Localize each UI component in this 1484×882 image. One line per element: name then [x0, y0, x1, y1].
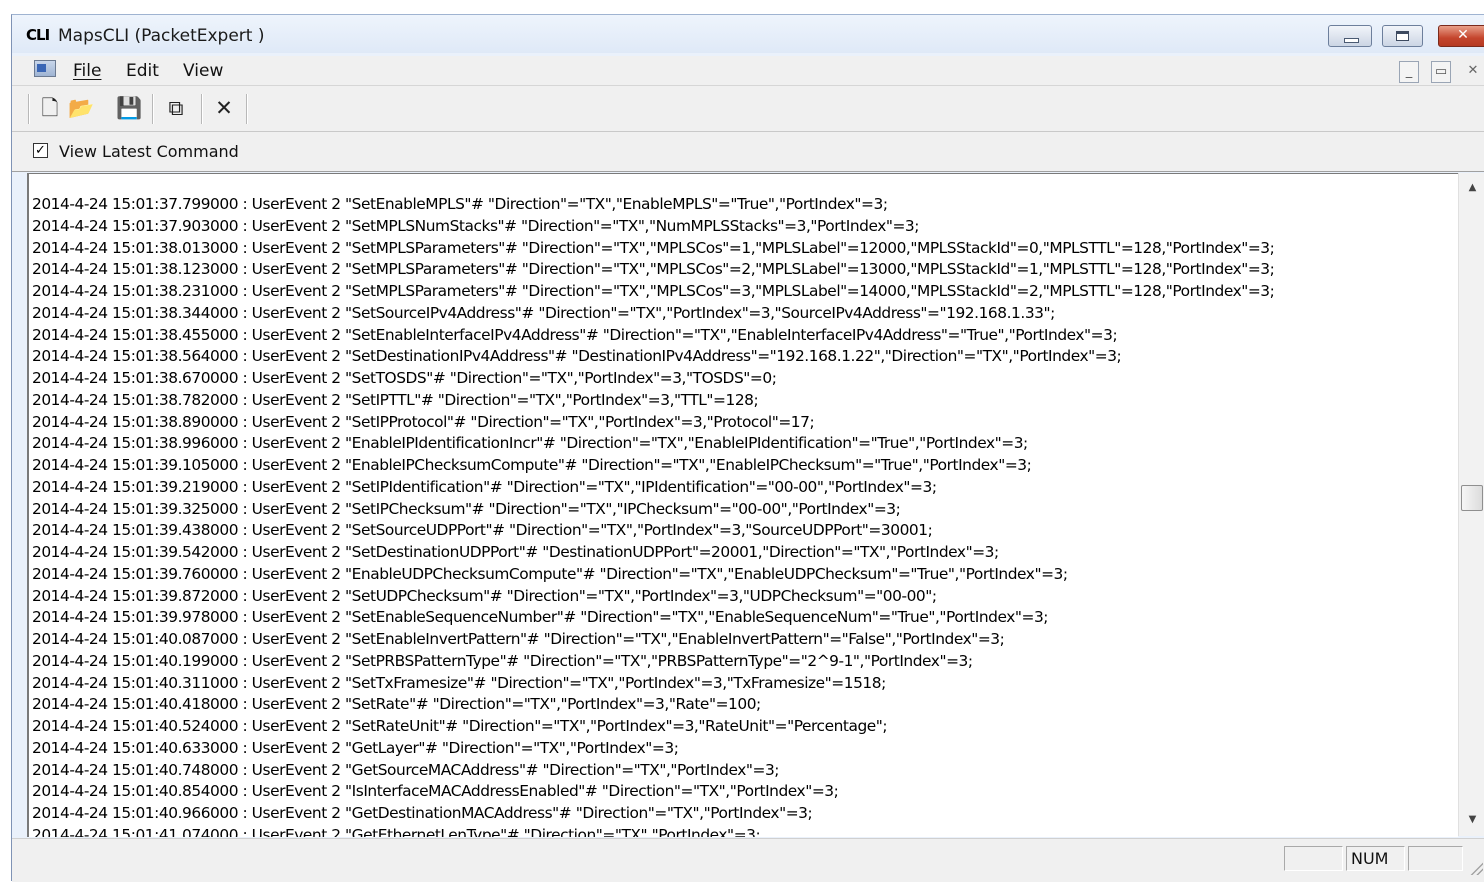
- log-line: 2014-4-24 15:01:40.199000 : UserEvent 2 …: [32, 651, 973, 670]
- log-line: 2014-4-24 15:01:38.996000 : UserEvent 2 …: [32, 434, 1028, 453]
- log-line: 2014-4-24 15:01:40.087000 : UserEvent 2 …: [32, 630, 1005, 648]
- log-line: 2014-4-24 15:01:38.013000 : UserEvent 2 …: [32, 238, 1275, 257]
- menu-file[interactable]: File: [73, 61, 101, 81]
- log-output[interactable]: 2014-4-24 15:01:37.799000 : UserEvent 2 …: [27, 173, 1458, 837]
- view-latest-command-checkbox[interactable]: ✓: [33, 143, 48, 158]
- mdi-minimize-button[interactable]: _: [1399, 61, 1419, 83]
- log-line: 2014-4-24 15:01:39.219000 : UserEvent 2 …: [32, 477, 937, 496]
- log-line: 2014-4-24 15:01:40.311000 : UserEvent 2 …: [32, 673, 886, 692]
- scroll-up-icon[interactable]: ▲: [1459, 177, 1484, 199]
- log-line: 2014-4-24 15:01:39.438000 : UserEvent 2 …: [32, 521, 933, 540]
- close-icon: ✕: [1457, 27, 1469, 43]
- log-line: 2014-4-24 15:01:40.633000 : UserEvent 2 …: [32, 738, 679, 757]
- log-line: 2014-4-24 15:01:38.782000 : UserEvent 2 …: [32, 390, 759, 409]
- log-line: 2014-4-24 15:01:38.890000 : UserEvent 2 …: [32, 412, 815, 431]
- mdi-restore-button[interactable]: ▭: [1431, 61, 1451, 83]
- log-line: 2014-4-24 15:01:39.760000 : UserEvent 2 …: [32, 564, 1068, 583]
- log-line: 2014-4-24 15:01:39.105000 : UserEvent 2 …: [32, 456, 1032, 474]
- scroll-thumb[interactable]: [1461, 485, 1483, 511]
- minimize-button[interactable]: [1328, 25, 1372, 47]
- log-line: 2014-4-24 15:01:38.231000 : UserEvent 2 …: [32, 282, 1275, 300]
- minimize-icon: [1344, 38, 1359, 43]
- maximize-icon: [1396, 31, 1409, 41]
- menu-bar: File Edit View _ ▭ ✕: [12, 56, 1484, 86]
- toolbar: 🗋 📂 💾 ⧉ ✕: [12, 86, 1484, 132]
- log-line: 2014-4-24 15:01:38.455000 : UserEvent 2 …: [32, 325, 1118, 344]
- status-pane-num: NUM: [1346, 846, 1405, 871]
- log-line: 2014-4-24 15:01:38.564000 : UserEvent 2 …: [32, 347, 1122, 366]
- log-line: 2014-4-24 15:01:39.542000 : UserEvent 2 …: [32, 543, 999, 561]
- log-line: 2014-4-24 15:01:39.978000 : UserEvent 2 …: [32, 608, 1049, 627]
- toolbar-separator: [152, 94, 153, 124]
- toolbar-separator: [201, 94, 202, 124]
- copy-button[interactable]: ⧉: [163, 95, 189, 121]
- menu-view[interactable]: View: [183, 61, 223, 81]
- window-title: MapsCLI (PacketExpert ): [58, 26, 265, 46]
- scroll-down-icon[interactable]: ▼: [1459, 809, 1484, 831]
- document-icon[interactable]: [34, 60, 56, 77]
- log-line: 2014-4-24 15:01:40.748000 : UserEvent 2 …: [32, 760, 780, 779]
- log-line: 2014-4-24 15:01:40.854000 : UserEvent 2 …: [32, 782, 839, 801]
- log-line: 2014-4-24 15:01:41.074000 : UserEvent 2 …: [32, 825, 761, 837]
- delete-button[interactable]: ✕: [211, 95, 237, 121]
- log-line: 2014-4-24 15:01:40.418000 : UserEvent 2 …: [32, 695, 761, 714]
- command-bar: ✓ View Latest Command: [12, 132, 1484, 172]
- vertical-scrollbar[interactable]: ▲ ▼: [1458, 173, 1484, 836]
- resize-grip-icon[interactable]: [1469, 861, 1483, 875]
- log-line: 2014-4-24 15:01:38.123000 : UserEvent 2 …: [32, 260, 1275, 279]
- log-line: 2014-4-24 15:01:38.670000 : UserEvent 2 …: [32, 369, 777, 387]
- open-file-button[interactable]: 📂: [68, 95, 94, 121]
- maximize-button[interactable]: [1382, 25, 1423, 47]
- toolbar-separator: [246, 94, 247, 124]
- status-bar: NUM: [12, 838, 1484, 882]
- log-line: 2014-4-24 15:01:39.872000 : UserEvent 2 …: [32, 586, 937, 605]
- app-icon: CLI: [26, 26, 50, 44]
- log-line: 2014-4-24 15:01:37.903000 : UserEvent 2 …: [32, 216, 920, 235]
- log-line: 2014-4-24 15:01:40.966000 : UserEvent 2 …: [32, 804, 813, 822]
- log-line: 2014-4-24 15:01:39.325000 : UserEvent 2 …: [32, 499, 901, 518]
- menu-edit[interactable]: Edit: [126, 61, 159, 81]
- view-latest-command-label[interactable]: View Latest Command: [59, 142, 239, 161]
- toolbar-separator: [28, 94, 29, 124]
- title-bar[interactable]: CLI MapsCLI (PacketExpert ) ✕: [12, 15, 1484, 53]
- log-line: 2014-4-24 15:01:37.799000 : UserEvent 2 …: [32, 195, 888, 213]
- log-line: 2014-4-24 15:01:40.524000 : UserEvent 2 …: [32, 717, 888, 735]
- status-pane-scroll: [1408, 846, 1463, 871]
- mdi-close-button[interactable]: ✕: [1463, 61, 1483, 83]
- app-window: CLI MapsCLI (PacketExpert ) ✕ File Edit …: [11, 14, 1484, 882]
- close-button[interactable]: ✕: [1438, 25, 1484, 47]
- status-pane-caps: [1284, 846, 1343, 871]
- log-line: 2014-4-24 15:01:38.344000 : UserEvent 2 …: [32, 303, 1055, 322]
- save-button[interactable]: 💾: [116, 95, 142, 121]
- new-file-button[interactable]: 🗋: [37, 95, 63, 121]
